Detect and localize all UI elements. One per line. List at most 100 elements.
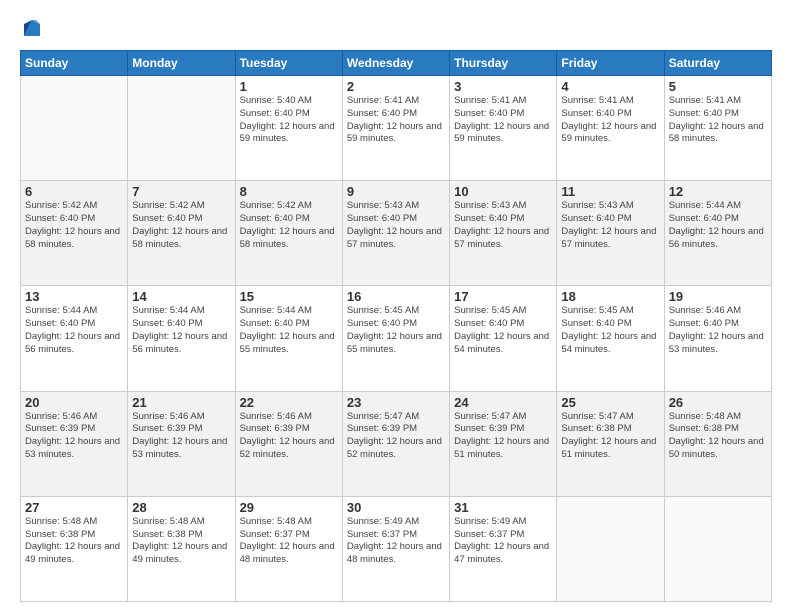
day-number: 13 (25, 289, 123, 304)
day-cell: 6Sunrise: 5:42 AM Sunset: 6:40 PM Daylig… (21, 181, 128, 286)
day-cell: 11Sunrise: 5:43 AM Sunset: 6:40 PM Dayli… (557, 181, 664, 286)
week-row-1: 1Sunrise: 5:40 AM Sunset: 6:40 PM Daylig… (21, 76, 772, 181)
day-cell: 28Sunrise: 5:48 AM Sunset: 6:38 PM Dayli… (128, 496, 235, 601)
day-number: 8 (240, 184, 338, 199)
day-info: Sunrise: 5:49 AM Sunset: 6:37 PM Dayligh… (454, 516, 552, 567)
calendar-header-row: SundayMondayTuesdayWednesdayThursdayFrid… (21, 51, 772, 76)
day-number: 26 (669, 395, 767, 410)
day-cell: 10Sunrise: 5:43 AM Sunset: 6:40 PM Dayli… (450, 181, 557, 286)
day-info: Sunrise: 5:46 AM Sunset: 6:40 PM Dayligh… (669, 305, 767, 356)
day-cell (557, 496, 664, 601)
day-info: Sunrise: 5:48 AM Sunset: 6:38 PM Dayligh… (25, 516, 123, 567)
column-header-wednesday: Wednesday (342, 51, 449, 76)
day-info: Sunrise: 5:44 AM Sunset: 6:40 PM Dayligh… (25, 305, 123, 356)
column-header-friday: Friday (557, 51, 664, 76)
day-cell: 9Sunrise: 5:43 AM Sunset: 6:40 PM Daylig… (342, 181, 449, 286)
day-info: Sunrise: 5:46 AM Sunset: 6:39 PM Dayligh… (25, 411, 123, 462)
day-number: 4 (561, 79, 659, 94)
day-number: 19 (669, 289, 767, 304)
day-number: 16 (347, 289, 445, 304)
day-info: Sunrise: 5:45 AM Sunset: 6:40 PM Dayligh… (454, 305, 552, 356)
day-info: Sunrise: 5:47 AM Sunset: 6:38 PM Dayligh… (561, 411, 659, 462)
day-number: 18 (561, 289, 659, 304)
day-cell: 30Sunrise: 5:49 AM Sunset: 6:37 PM Dayli… (342, 496, 449, 601)
day-cell: 20Sunrise: 5:46 AM Sunset: 6:39 PM Dayli… (21, 391, 128, 496)
day-info: Sunrise: 5:45 AM Sunset: 6:40 PM Dayligh… (561, 305, 659, 356)
day-cell: 26Sunrise: 5:48 AM Sunset: 6:38 PM Dayli… (664, 391, 771, 496)
day-number: 31 (454, 500, 552, 515)
day-cell: 4Sunrise: 5:41 AM Sunset: 6:40 PM Daylig… (557, 76, 664, 181)
day-number: 10 (454, 184, 552, 199)
day-info: Sunrise: 5:43 AM Sunset: 6:40 PM Dayligh… (561, 200, 659, 251)
day-info: Sunrise: 5:41 AM Sunset: 6:40 PM Dayligh… (347, 95, 445, 146)
day-cell: 5Sunrise: 5:41 AM Sunset: 6:40 PM Daylig… (664, 76, 771, 181)
header (20, 16, 772, 40)
column-header-tuesday: Tuesday (235, 51, 342, 76)
day-number: 9 (347, 184, 445, 199)
logo (20, 16, 48, 40)
day-number: 2 (347, 79, 445, 94)
day-number: 5 (669, 79, 767, 94)
day-number: 3 (454, 79, 552, 94)
column-header-saturday: Saturday (664, 51, 771, 76)
day-number: 29 (240, 500, 338, 515)
day-info: Sunrise: 5:49 AM Sunset: 6:37 PM Dayligh… (347, 516, 445, 567)
day-info: Sunrise: 5:47 AM Sunset: 6:39 PM Dayligh… (454, 411, 552, 462)
day-cell: 8Sunrise: 5:42 AM Sunset: 6:40 PM Daylig… (235, 181, 342, 286)
day-info: Sunrise: 5:40 AM Sunset: 6:40 PM Dayligh… (240, 95, 338, 146)
day-number: 17 (454, 289, 552, 304)
day-cell: 14Sunrise: 5:44 AM Sunset: 6:40 PM Dayli… (128, 286, 235, 391)
day-cell: 16Sunrise: 5:45 AM Sunset: 6:40 PM Dayli… (342, 286, 449, 391)
day-info: Sunrise: 5:42 AM Sunset: 6:40 PM Dayligh… (132, 200, 230, 251)
day-cell (21, 76, 128, 181)
day-number: 15 (240, 289, 338, 304)
day-number: 24 (454, 395, 552, 410)
day-number: 20 (25, 395, 123, 410)
day-info: Sunrise: 5:41 AM Sunset: 6:40 PM Dayligh… (561, 95, 659, 146)
day-number: 1 (240, 79, 338, 94)
day-info: Sunrise: 5:44 AM Sunset: 6:40 PM Dayligh… (132, 305, 230, 356)
day-info: Sunrise: 5:48 AM Sunset: 6:38 PM Dayligh… (669, 411, 767, 462)
day-cell: 22Sunrise: 5:46 AM Sunset: 6:39 PM Dayli… (235, 391, 342, 496)
week-row-5: 27Sunrise: 5:48 AM Sunset: 6:38 PM Dayli… (21, 496, 772, 601)
day-info: Sunrise: 5:43 AM Sunset: 6:40 PM Dayligh… (454, 200, 552, 251)
day-cell: 29Sunrise: 5:48 AM Sunset: 6:37 PM Dayli… (235, 496, 342, 601)
day-cell: 18Sunrise: 5:45 AM Sunset: 6:40 PM Dayli… (557, 286, 664, 391)
day-number: 6 (25, 184, 123, 199)
day-cell: 31Sunrise: 5:49 AM Sunset: 6:37 PM Dayli… (450, 496, 557, 601)
day-cell: 2Sunrise: 5:41 AM Sunset: 6:40 PM Daylig… (342, 76, 449, 181)
day-info: Sunrise: 5:41 AM Sunset: 6:40 PM Dayligh… (669, 95, 767, 146)
day-info: Sunrise: 5:46 AM Sunset: 6:39 PM Dayligh… (132, 411, 230, 462)
day-info: Sunrise: 5:42 AM Sunset: 6:40 PM Dayligh… (25, 200, 123, 251)
day-number: 22 (240, 395, 338, 410)
page: SundayMondayTuesdayWednesdayThursdayFrid… (0, 0, 792, 612)
day-number: 14 (132, 289, 230, 304)
day-info: Sunrise: 5:45 AM Sunset: 6:40 PM Dayligh… (347, 305, 445, 356)
day-cell: 24Sunrise: 5:47 AM Sunset: 6:39 PM Dayli… (450, 391, 557, 496)
logo-icon (20, 16, 44, 40)
day-number: 27 (25, 500, 123, 515)
day-cell: 13Sunrise: 5:44 AM Sunset: 6:40 PM Dayli… (21, 286, 128, 391)
calendar: SundayMondayTuesdayWednesdayThursdayFrid… (20, 50, 772, 602)
column-header-monday: Monday (128, 51, 235, 76)
day-cell: 12Sunrise: 5:44 AM Sunset: 6:40 PM Dayli… (664, 181, 771, 286)
day-cell: 3Sunrise: 5:41 AM Sunset: 6:40 PM Daylig… (450, 76, 557, 181)
day-info: Sunrise: 5:43 AM Sunset: 6:40 PM Dayligh… (347, 200, 445, 251)
day-number: 30 (347, 500, 445, 515)
day-info: Sunrise: 5:44 AM Sunset: 6:40 PM Dayligh… (240, 305, 338, 356)
week-row-4: 20Sunrise: 5:46 AM Sunset: 6:39 PM Dayli… (21, 391, 772, 496)
day-cell: 21Sunrise: 5:46 AM Sunset: 6:39 PM Dayli… (128, 391, 235, 496)
day-info: Sunrise: 5:48 AM Sunset: 6:38 PM Dayligh… (132, 516, 230, 567)
day-cell: 7Sunrise: 5:42 AM Sunset: 6:40 PM Daylig… (128, 181, 235, 286)
day-info: Sunrise: 5:47 AM Sunset: 6:39 PM Dayligh… (347, 411, 445, 462)
day-cell: 25Sunrise: 5:47 AM Sunset: 6:38 PM Dayli… (557, 391, 664, 496)
day-cell (664, 496, 771, 601)
week-row-3: 13Sunrise: 5:44 AM Sunset: 6:40 PM Dayli… (21, 286, 772, 391)
day-info: Sunrise: 5:48 AM Sunset: 6:37 PM Dayligh… (240, 516, 338, 567)
column-header-sunday: Sunday (21, 51, 128, 76)
column-header-thursday: Thursday (450, 51, 557, 76)
day-cell: 17Sunrise: 5:45 AM Sunset: 6:40 PM Dayli… (450, 286, 557, 391)
day-cell (128, 76, 235, 181)
day-cell: 1Sunrise: 5:40 AM Sunset: 6:40 PM Daylig… (235, 76, 342, 181)
day-info: Sunrise: 5:46 AM Sunset: 6:39 PM Dayligh… (240, 411, 338, 462)
